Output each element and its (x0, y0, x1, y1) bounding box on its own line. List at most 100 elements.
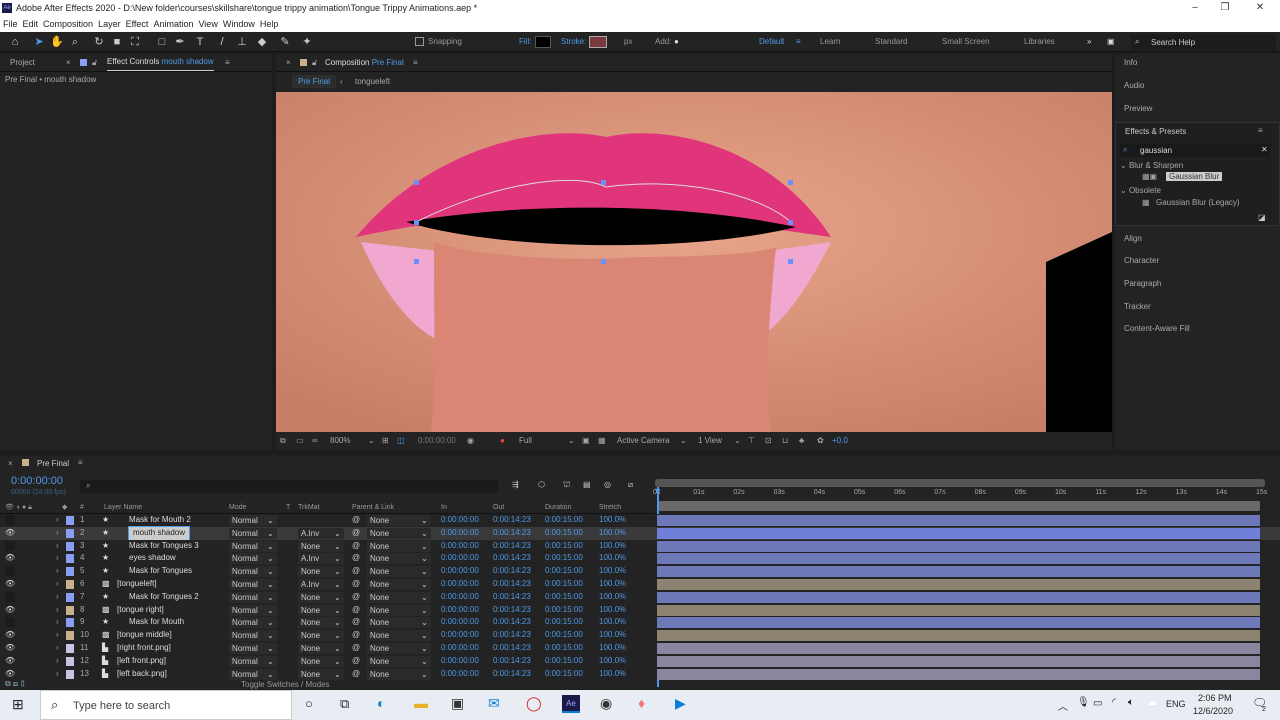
expand-chevron-icon[interactable]: › (56, 591, 59, 604)
layer-duration-bar[interactable] (657, 643, 1260, 654)
minimize-button[interactable]: – (1180, 0, 1210, 16)
layer-row[interactable]: › 1 ★ Mask for Mouth 2 Normal ⌄ @ None ⌄ 0:00:00:… (0, 514, 1280, 527)
layer-name[interactable]: Mask for Tongues (129, 565, 192, 578)
edge-icon[interactable]: ◐ (377, 695, 385, 711)
trkmat-dropdown[interactable]: None ⌄ (298, 566, 344, 578)
mode-dropdown[interactable]: Normal ⌄ (229, 591, 277, 603)
layer-name[interactable]: Mask for Mouth (129, 616, 184, 629)
windows-start-icon[interactable]: ⊞ (12, 696, 24, 713)
trkmat-dropdown[interactable]: None ⌄ (298, 604, 344, 616)
mode-dropdown[interactable]: Normal ⌄ (229, 540, 277, 552)
pick-whip-icon[interactable]: @ (352, 629, 360, 642)
type-tool-icon[interactable]: T (193, 35, 207, 49)
close-tab-icon[interactable]: × (66, 54, 71, 72)
shy-layers-icon[interactable]: ⛫ (563, 480, 570, 490)
panel-paragraph[interactable]: Paragraph (1124, 279, 1161, 288)
expand-chevron-icon[interactable]: › (56, 655, 59, 668)
timeline-icon[interactable]: ⊔ (782, 432, 788, 450)
visibility-eye-icon[interactable]: 👁︎ (5, 604, 15, 617)
pick-whip-icon[interactable]: @ (352, 527, 360, 540)
label-color-swatch[interactable] (66, 541, 74, 551)
in-point[interactable]: 0:00:00:00 (441, 629, 479, 642)
in-point[interactable]: 0:00:00:00 (441, 514, 479, 527)
more-workspaces-button[interactable]: » (1087, 37, 1091, 46)
visibility-eye-icon[interactable]: 👁︎ (5, 527, 15, 540)
mode-dropdown[interactable]: Normal ⌄ (229, 630, 277, 642)
pick-whip-icon[interactable]: @ (352, 642, 360, 655)
layer-duration-bar[interactable] (657, 668, 1260, 680)
media-player-icon[interactable]: ▶ (675, 695, 686, 712)
panel-tracker[interactable]: Tracker (1124, 302, 1151, 311)
tab-composition[interactable]: Composition Pre Final (325, 54, 404, 72)
out-point[interactable]: 0:00:14:23 (493, 642, 531, 655)
duration[interactable]: 0:00:15:00 (545, 591, 583, 604)
panel-menu-icon[interactable]: ≡ (413, 54, 418, 72)
fill-swatch[interactable] (535, 36, 551, 48)
menu-layer[interactable]: Layer (98, 19, 121, 29)
workspace-menu-icon[interactable]: ≡ (796, 37, 801, 46)
in-point[interactable]: 0:00:00:00 (441, 578, 479, 591)
stretch[interactable]: 100.0% (599, 604, 626, 617)
panel-menu-icon[interactable]: ≡ (225, 54, 230, 72)
stretch[interactable]: 100.0% (599, 565, 626, 578)
trkmat-dropdown[interactable]: A.Inv ⌄ (298, 579, 344, 590)
label-color-swatch[interactable] (66, 516, 74, 525)
clock-time[interactable]: 2:06 PM (1198, 693, 1232, 703)
volume-icon[interactable]: 🔈︎ (1128, 697, 1134, 708)
out-point[interactable]: 0:00:14:23 (493, 540, 531, 553)
in-point[interactable]: 0:00:00:00 (441, 565, 479, 578)
app-icon[interactable]: ♦ (638, 695, 645, 711)
out-point[interactable]: 0:00:14:23 (493, 604, 531, 617)
time-navigator[interactable] (655, 479, 1265, 487)
duration[interactable]: 0:00:15:00 (545, 552, 583, 565)
layer-row[interactable]: › 3 ★ Mask for Tongues 3 Normal ⌄ None ⌄ @ None ⌄ 0… (0, 539, 1280, 553)
workspace-standard[interactable]: Standard (875, 37, 907, 46)
pick-whip-icon[interactable]: @ (352, 565, 360, 578)
parent-dropdown[interactable]: None ⌄ (367, 591, 431, 603)
close-tab-icon[interactable]: × (8, 459, 13, 468)
visibility-toggle[interactable] (5, 617, 15, 628)
rotate-tool-icon[interactable]: ↻ (92, 35, 106, 49)
layer-row[interactable]: › 7 ★ Mask for Tongues 2 Normal ⌄ None ⌄ @ None ⌄ 0… (0, 590, 1280, 604)
visibility-eye-icon[interactable]: 👁︎ (5, 552, 15, 565)
mode-dropdown[interactable]: Normal ⌄ (229, 668, 277, 680)
layer-name[interactable]: Mask for Tongues 3 (129, 540, 199, 553)
parent-dropdown[interactable]: None ⌄ (367, 527, 431, 539)
pick-whip-icon[interactable]: @ (352, 668, 360, 681)
flowchart-icon[interactable]: ♣ (799, 432, 804, 450)
pick-whip-icon[interactable]: @ (352, 552, 360, 565)
in-point[interactable]: 0:00:00:00 (441, 591, 479, 604)
lock-icon[interactable]: 🔓︎ (312, 54, 317, 72)
expand-chevron-icon[interactable]: › (56, 578, 59, 591)
camera-tool-icon[interactable]: ■ (110, 35, 124, 49)
parent-dropdown[interactable]: None ⌄ (367, 617, 431, 629)
visibility-eye-icon[interactable]: 👁︎ (5, 578, 15, 591)
expand-chevron-icon[interactable]: › (56, 604, 59, 617)
stretch[interactable]: 100.0% (599, 642, 626, 655)
in-point[interactable]: 0:00:00:00 (441, 552, 479, 565)
label-color-swatch[interactable] (66, 528, 74, 538)
mode-dropdown[interactable]: Normal ⌄ (229, 604, 277, 616)
toggle-switches-modes-button[interactable]: Toggle Switches / Modes (241, 680, 330, 689)
duration[interactable]: 0:00:15:00 (545, 578, 583, 591)
trkmat-dropdown[interactable]: None ⌄ (298, 643, 344, 654)
hand-tool-icon[interactable]: ✋ (50, 35, 64, 49)
transparency-grid-icon[interactable]: ▦ (598, 432, 606, 450)
out-point[interactable]: 0:00:14:23 (493, 668, 531, 681)
workspace-learn[interactable]: Learn (820, 37, 840, 46)
zoom-select[interactable]: 800% (330, 432, 350, 450)
panel-character[interactable]: Character (1124, 256, 1159, 265)
layer-name[interactable]: Mask for Mouth 2 (129, 514, 191, 527)
layer-duration-bar[interactable] (657, 515, 1260, 526)
parent-dropdown[interactable]: None ⌄ (367, 655, 431, 667)
pick-whip-icon[interactable]: @ (352, 514, 360, 527)
brush-tool-icon[interactable]: / (215, 35, 229, 49)
microphone-icon[interactable]: 🎙︎ (1077, 697, 1090, 708)
parent-dropdown[interactable]: None ⌄ (367, 579, 431, 590)
mode-dropdown[interactable]: Normal ⌄ (229, 515, 277, 526)
mode-dropdown[interactable]: Normal ⌄ (229, 579, 277, 590)
mode-dropdown[interactable]: Normal ⌄ (229, 643, 277, 654)
trkmat-dropdown[interactable]: None ⌄ (298, 540, 344, 552)
parent-dropdown[interactable]: None ⌄ (367, 553, 431, 565)
visibility-eye-icon[interactable]: 👁︎ (5, 642, 15, 655)
